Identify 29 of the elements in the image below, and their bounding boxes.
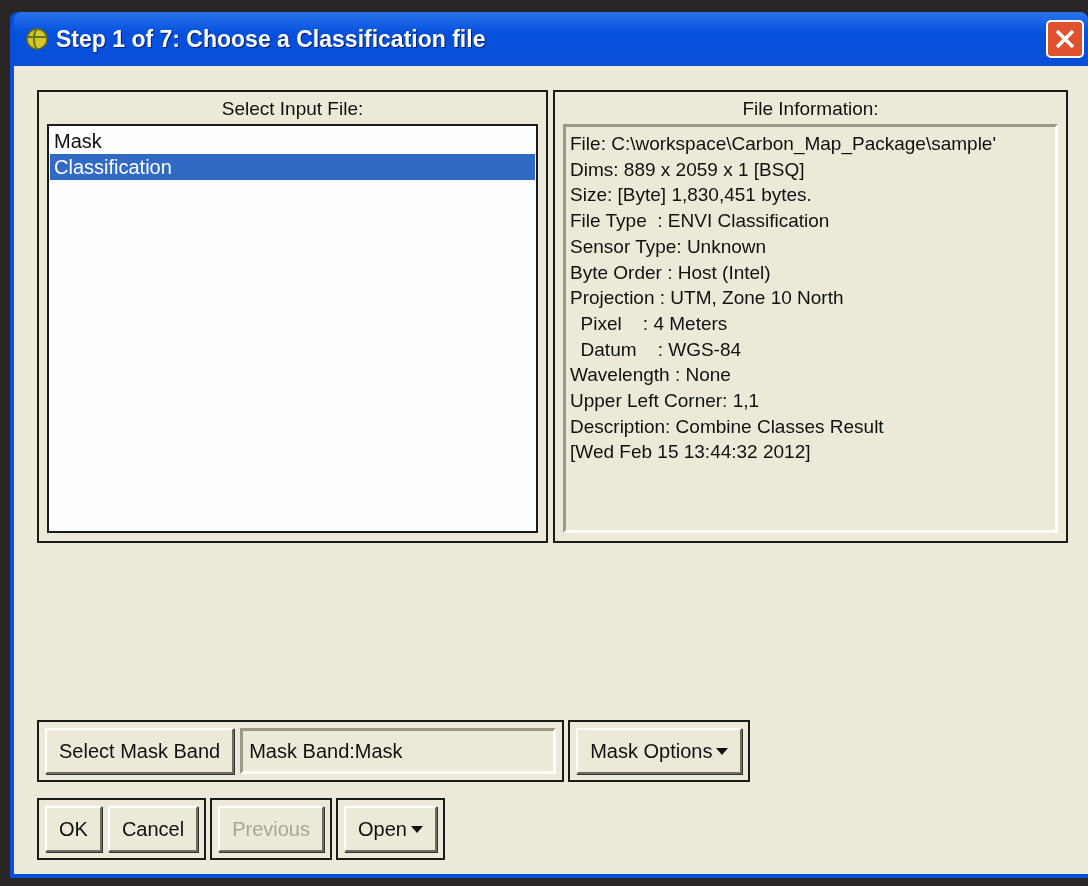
close-icon xyxy=(1054,28,1076,50)
caret-icon xyxy=(410,825,423,833)
file-list-item[interactable]: Classification xyxy=(50,154,535,180)
push-button[interactable]: Cancel xyxy=(107,806,199,852)
info-line: Upper Left Corner: 1,1 xyxy=(570,389,761,414)
info-line: Description: Combine Classes Result xyxy=(570,414,885,439)
info-line: File Type : ENVI Classification xyxy=(570,209,831,234)
info-line: Size: [Byte] 1,830,451 bytes. xyxy=(570,183,813,208)
panel-label: File Information: xyxy=(742,98,879,120)
info-line: Wavelength : None xyxy=(570,363,732,388)
close-button[interactable] xyxy=(1046,20,1084,58)
menu-button[interactable]: Open xyxy=(344,806,437,852)
globe-icon xyxy=(26,28,48,50)
info-line: Datum : WGS-84 xyxy=(579,337,743,362)
window-title: Step 1 of 7: Choose a Classification file xyxy=(56,25,487,53)
info-line: File: C:\workspace\Carbon_Map_Package\sample' xyxy=(570,132,998,157)
mask-options-button[interactable]: Mask Options xyxy=(576,728,743,774)
info-line: Byte Order : Host (Intel) xyxy=(570,260,772,285)
mask-band-field[interactable]: Mask Band:Mask xyxy=(240,728,557,774)
info-line: Sensor Type: Unknown xyxy=(570,234,768,259)
info-line: Projection : UTM, Zone 10 North xyxy=(570,286,845,311)
info-line: Dims: 889 x 2059 x 1 [BSQ] xyxy=(570,157,806,182)
panel-label: Select Input File: xyxy=(221,98,364,120)
info-line: [Wed Feb 15 13:44:32 2012] xyxy=(570,440,812,465)
info-line: Pixel : 4 Meters xyxy=(579,311,729,336)
select-mask-band-button[interactable]: Select Mask Band xyxy=(45,728,235,774)
caret-icon xyxy=(716,747,729,755)
file-list-item[interactable]: Mask xyxy=(50,128,535,154)
push-button[interactable]: OK xyxy=(45,806,102,852)
